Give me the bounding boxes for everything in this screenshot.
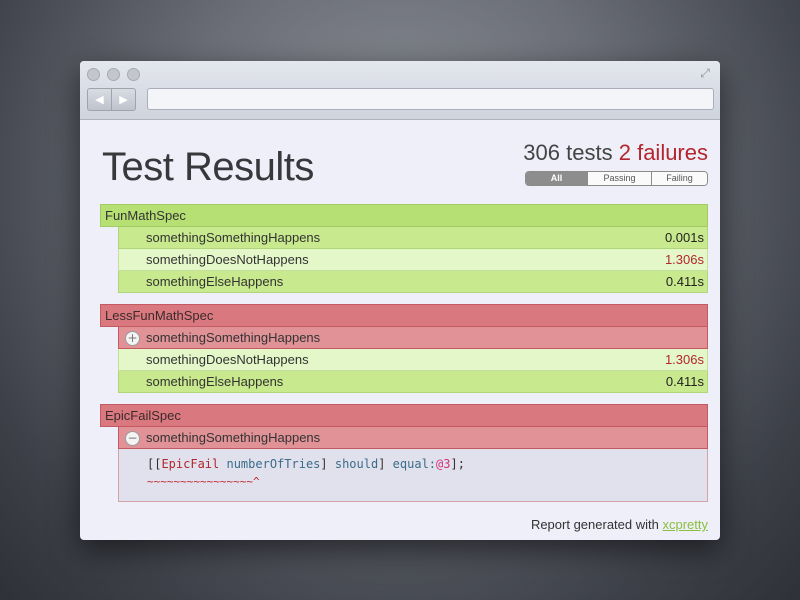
code-token: EpicFail xyxy=(161,457,220,471)
suite-header[interactable]: EpicFailSpec xyxy=(100,404,708,427)
suite-funmathspec: FunMathSpec somethingSomethingHappens 0.… xyxy=(100,204,708,293)
suite-header[interactable]: FunMathSpec xyxy=(100,204,708,227)
code-token: [[ xyxy=(147,457,162,471)
test-row[interactable]: somethingDoesNotHappens 1.306s xyxy=(118,349,708,371)
test-name: somethingDoesNotHappens xyxy=(146,352,309,367)
test-row[interactable]: somethingElseHappens 0.411s xyxy=(118,271,708,293)
test-row-failed[interactable]: + somethingSomethingHappens xyxy=(118,327,708,349)
test-name: somethingElseHappens xyxy=(146,374,284,389)
test-name: somethingSomethingHappens xyxy=(146,430,321,445)
code-line: [[EpicFail numberOfTries] should] equal:… xyxy=(147,457,465,471)
test-time: 0.411s xyxy=(665,274,704,289)
report-content: Test Results 306 tests 2 failures All Pa… xyxy=(80,61,720,540)
code-token: ] xyxy=(378,457,393,471)
test-time: 0.411s xyxy=(665,374,704,389)
code-token: ] xyxy=(320,457,335,471)
page-title: Test Results xyxy=(102,145,314,189)
collapse-minus-icon[interactable]: − xyxy=(125,431,140,446)
code-token: should xyxy=(334,457,379,471)
suite-header[interactable]: LessFunMathSpec xyxy=(100,304,708,327)
test-name: somethingSomethingHappens xyxy=(146,330,321,345)
error-caret: ~~~~~~~~~~~~~~~~^ xyxy=(147,475,260,488)
code-token: @3 xyxy=(436,457,451,471)
test-name: somethingDoesNotHappens xyxy=(146,252,309,267)
filter-toggle: All Passing Failing xyxy=(525,171,708,186)
report-footer: Report generated with xcpretty xyxy=(531,517,708,532)
xcpretty-link[interactable]: xcpretty xyxy=(662,517,708,532)
code-token: numberOfTries xyxy=(226,457,321,471)
test-row[interactable]: somethingElseHappens 0.411s xyxy=(118,371,708,393)
failure-code-snippet: [[EpicFail numberOfTries] should] equal:… xyxy=(118,449,708,502)
failures-count: 2 xyxy=(618,140,631,165)
test-summary: 306 tests 2 failures xyxy=(523,140,708,166)
test-time: 1.306s xyxy=(664,252,704,267)
code-token: equal: xyxy=(392,457,437,471)
suite-epicfailspec: EpicFailSpec − somethingSomethingHappens… xyxy=(100,404,708,502)
test-row[interactable]: somethingDoesNotHappens 1.306s xyxy=(118,249,708,271)
filter-all-button[interactable]: All xyxy=(526,172,587,185)
suite-lessfunmathspec: LessFunMathSpec + somethingSomethingHapp… xyxy=(100,304,708,393)
test-row-failed[interactable]: − somethingSomethingHappens xyxy=(118,427,708,449)
filter-passing-button[interactable]: Passing xyxy=(587,172,651,185)
expand-plus-icon[interactable]: + xyxy=(125,331,140,346)
footer-text: Report generated with xyxy=(530,517,659,532)
tests-label: tests xyxy=(566,140,613,165)
failures-label: failures xyxy=(637,140,708,165)
test-row[interactable]: somethingSomethingHappens 0.001s xyxy=(118,227,708,249)
test-name: somethingElseHappens xyxy=(146,274,284,289)
code-token: ]; xyxy=(450,457,465,471)
test-name: somethingSomethingHappens xyxy=(146,230,321,245)
test-time: 0.001s xyxy=(664,230,704,245)
test-time: 1.306s xyxy=(664,352,704,367)
tests-count: 306 xyxy=(523,140,560,165)
filter-failing-button[interactable]: Failing xyxy=(651,172,707,185)
